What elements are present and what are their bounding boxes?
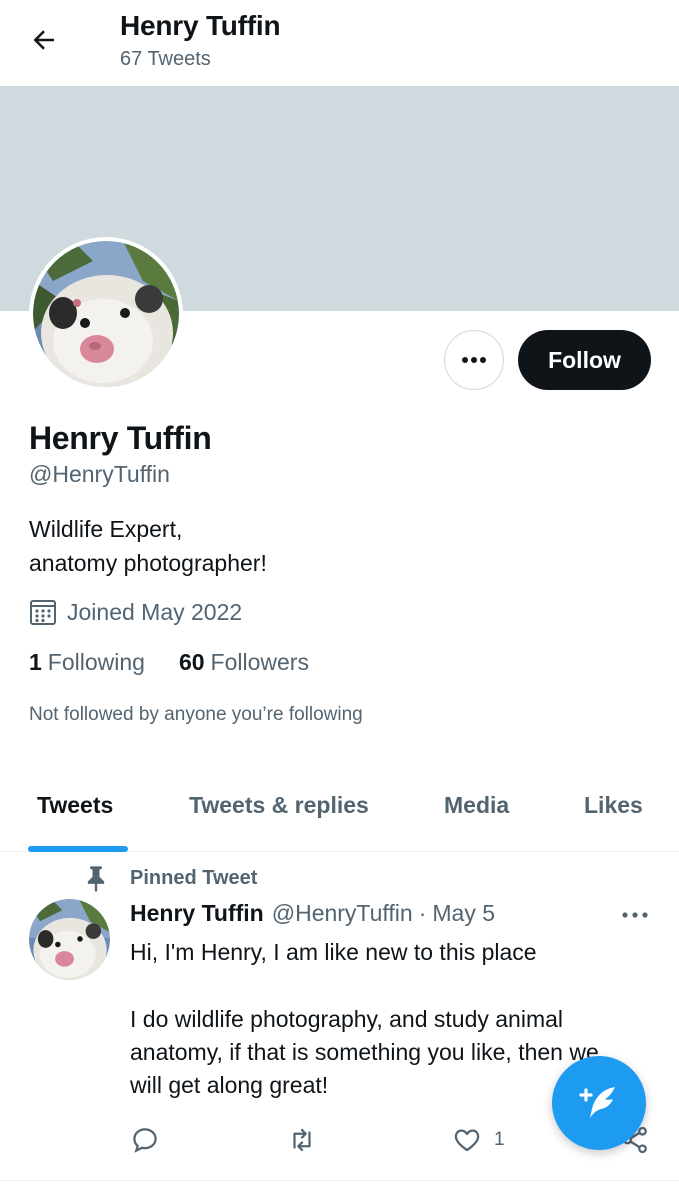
active-tab-indicator xyxy=(28,846,128,852)
profile-avatar[interactable] xyxy=(29,237,183,391)
header-tweet-count: 67 Tweets xyxy=(120,48,211,70)
reply-icon xyxy=(133,1128,157,1153)
tab-media[interactable]: Media xyxy=(444,792,509,819)
pin-icon xyxy=(82,864,110,892)
more-dots-icon xyxy=(622,912,648,918)
tweet-author-name[interactable]: Henry Tuffin xyxy=(130,900,264,927)
arrow-left-icon xyxy=(33,30,54,50)
bio-line: anatomy photographer! xyxy=(29,550,267,576)
mutual-followers-note: Not followed by anyone you’re following xyxy=(29,704,363,725)
followers-label: Followers xyxy=(210,649,309,675)
profile-bio: Wildlife Expert, anatomy photographer! xyxy=(29,512,267,580)
tab-tweets[interactable]: Tweets xyxy=(37,792,113,819)
retweet-button[interactable] xyxy=(287,1122,317,1158)
avatar-image xyxy=(33,241,179,387)
tweet-separator: · xyxy=(418,900,427,926)
joined-date: Joined May 2022 xyxy=(29,598,242,626)
followers-link[interactable]: 60 Followers xyxy=(179,649,309,676)
top-bar: Henry Tuffin 67 Tweets xyxy=(0,0,679,86)
more-dots-icon xyxy=(462,357,486,363)
follow-stats: 1 Following 60 Followers xyxy=(29,649,309,676)
like-button[interactable]: 1 xyxy=(452,1122,505,1158)
tweet-author-handle[interactable]: @HenryTuffin xyxy=(272,900,413,927)
tab-likes[interactable]: Likes xyxy=(584,792,643,819)
tweet-header: Henry Tuffin @HenryTuffin · May 5 xyxy=(130,900,495,927)
pinned-tweet-label: Pinned Tweet xyxy=(82,864,257,892)
follow-button[interactable]: Follow xyxy=(518,330,651,390)
following-count: 1 xyxy=(29,649,42,675)
reply-button[interactable] xyxy=(130,1122,160,1158)
back-button[interactable] xyxy=(26,22,62,58)
header-title: Henry Tuffin xyxy=(120,10,281,41)
tweet-body[interactable]: Hi, I'm Henry, I am like new to this pla… xyxy=(130,936,630,1102)
divider xyxy=(0,1180,679,1181)
followers-count: 60 xyxy=(178,649,205,675)
tweet-paragraph: Hi, I'm Henry, I am like new to this pla… xyxy=(130,939,537,965)
profile-tabs: Tweets Tweets & replies Media Likes xyxy=(0,766,679,852)
joined-label: Joined May 2022 xyxy=(67,598,243,625)
compose-tweet-button[interactable] xyxy=(552,1056,646,1150)
following-label: Following xyxy=(47,649,145,675)
profile-display-name: Henry Tuffin xyxy=(29,420,212,456)
pinned-label-text: Pinned Tweet xyxy=(130,866,258,889)
tab-tweets-replies[interactable]: Tweets & replies xyxy=(189,792,369,819)
profile-handle: @HenryTuffin xyxy=(29,461,170,487)
following-link[interactable]: 1 Following xyxy=(29,649,145,676)
heart-icon xyxy=(454,1129,480,1152)
compose-tweet-icon xyxy=(579,1087,615,1118)
tweet-author-avatar[interactable] xyxy=(29,899,110,980)
like-count: 1 xyxy=(494,1129,505,1150)
tweet-more-button[interactable] xyxy=(618,902,652,928)
more-options-button[interactable] xyxy=(444,330,504,390)
bio-line: Wildlife Expert, xyxy=(29,516,183,542)
tweet-date[interactable]: May 5 xyxy=(432,900,495,927)
calendar-icon xyxy=(29,598,57,626)
retweet-icon xyxy=(293,1128,311,1152)
